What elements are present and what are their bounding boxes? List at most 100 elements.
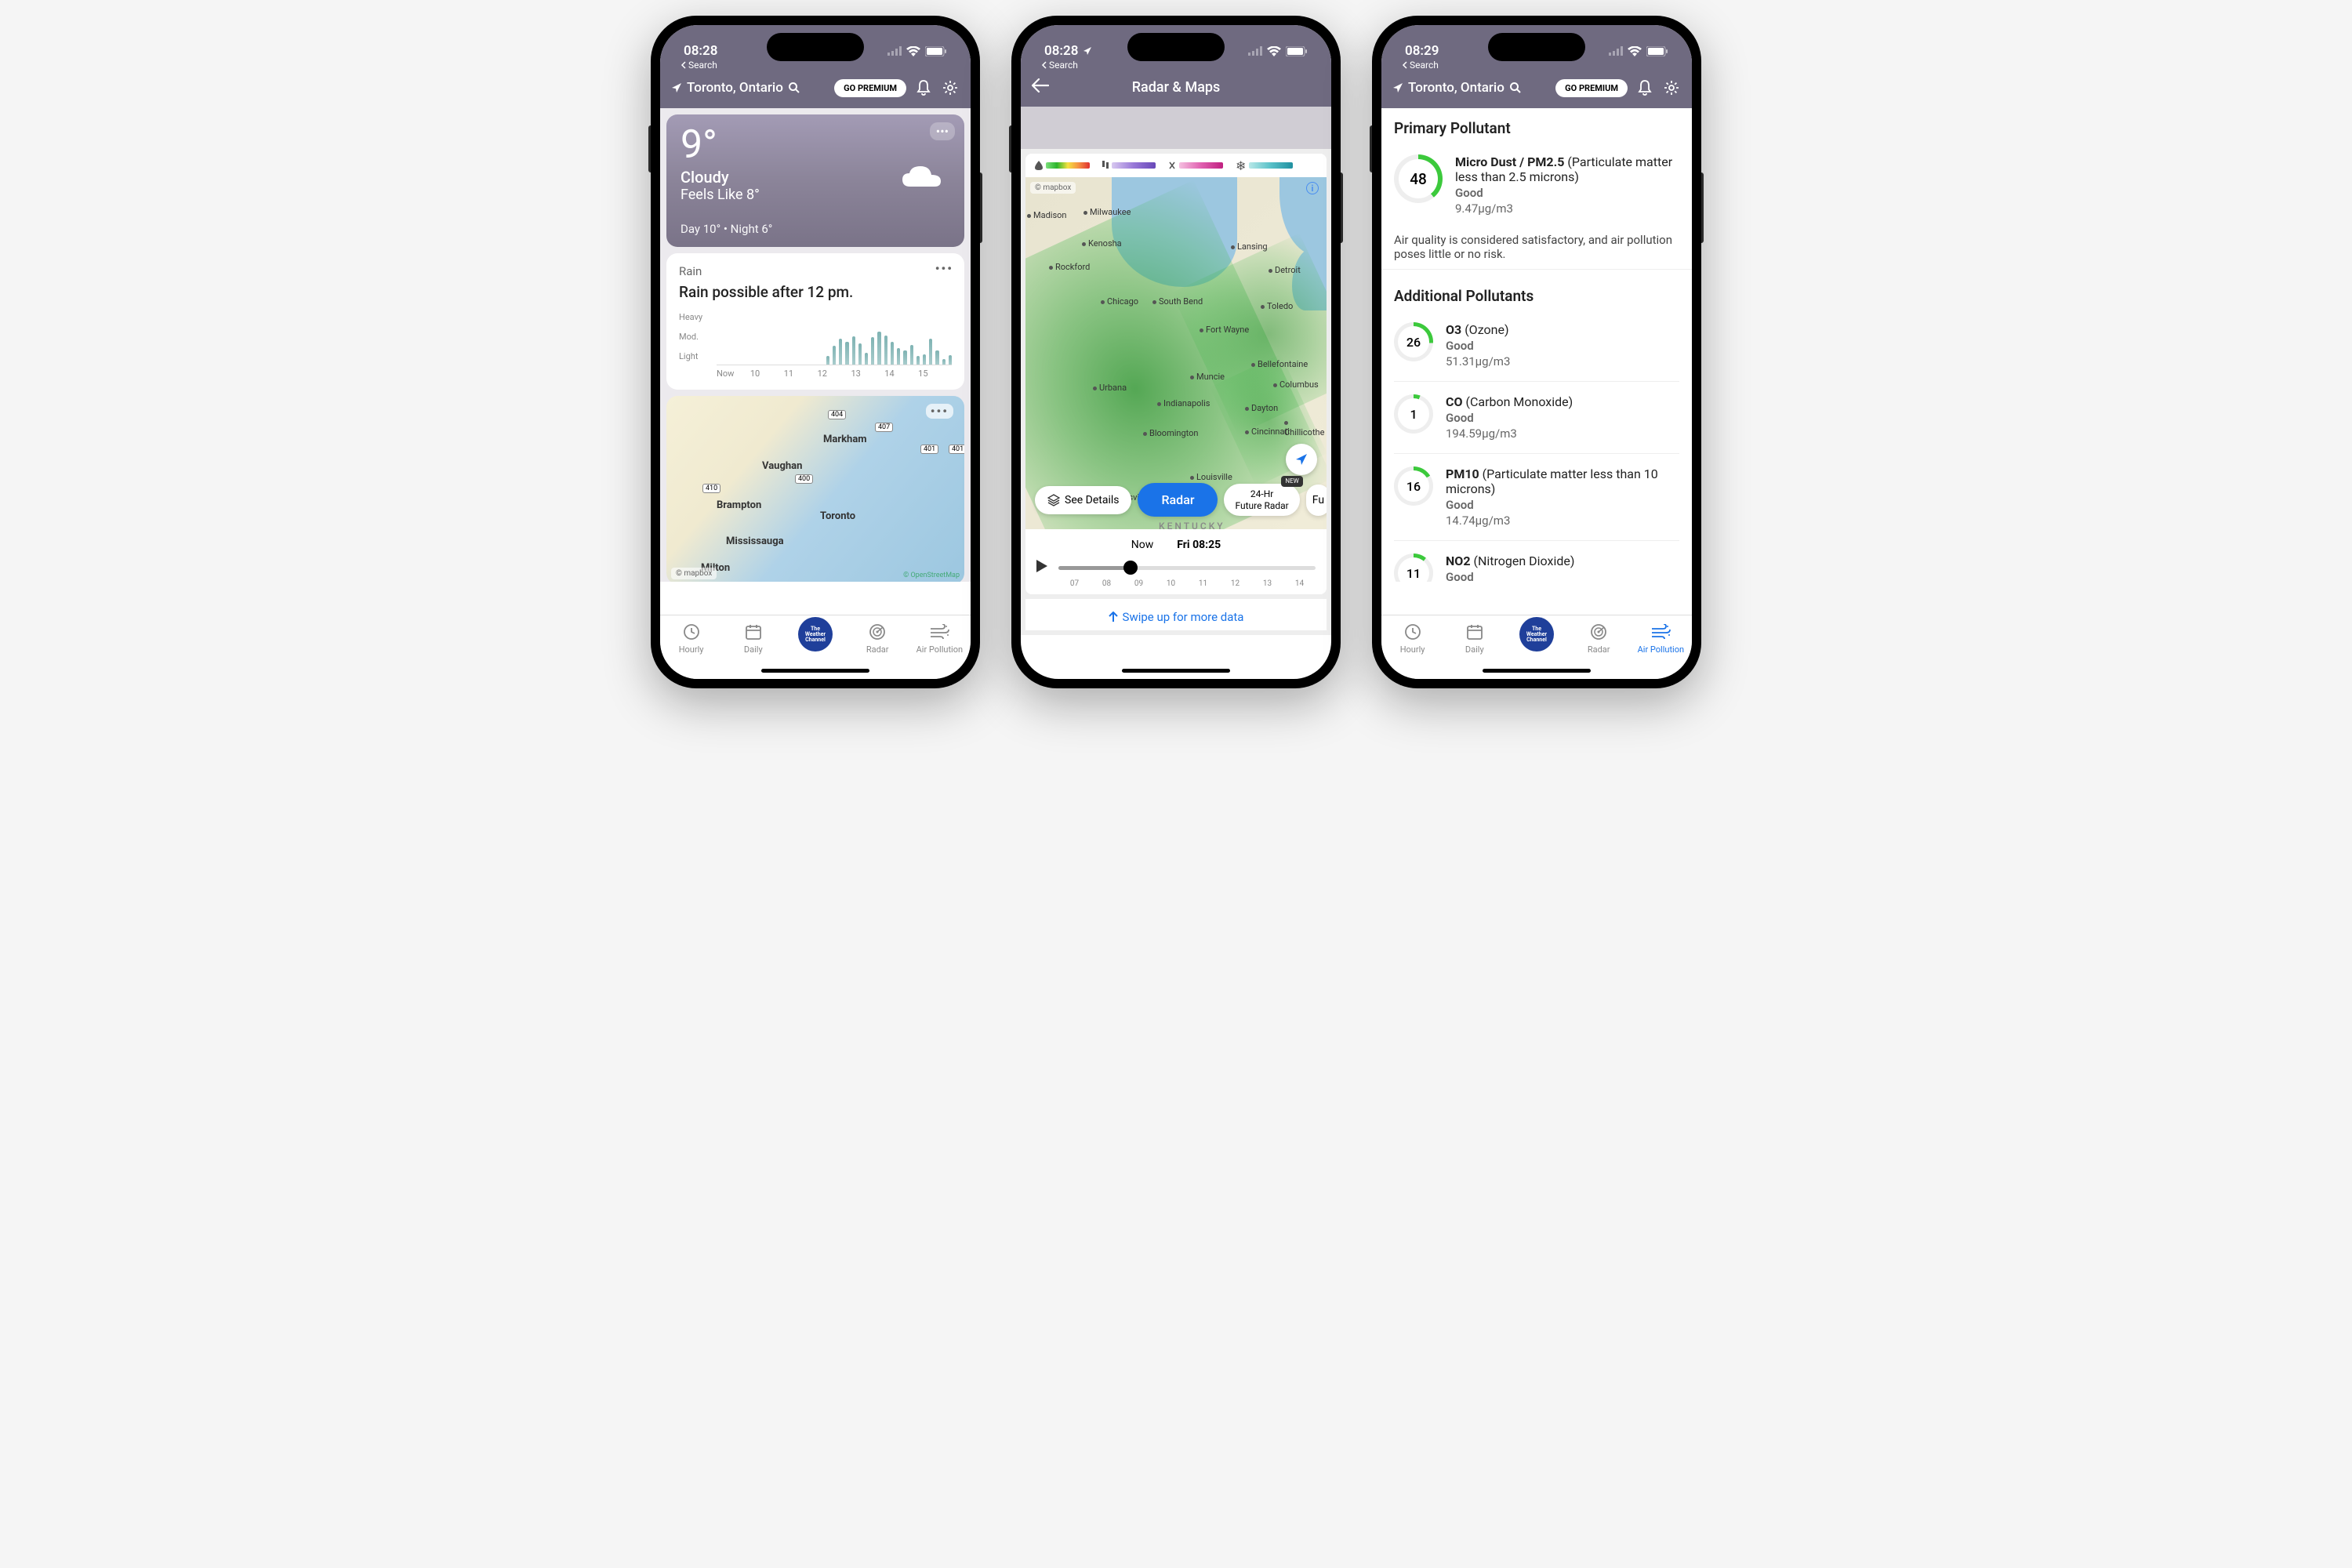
pollutant-name: PM10 (Particulate matter less than 10 mi…	[1446, 466, 1679, 496]
slider-thumb[interactable]	[1123, 561, 1138, 575]
pollutant-concentration: 194.59μg/m3	[1446, 426, 1679, 441]
back-button[interactable]	[1032, 78, 1055, 96]
status-time: 08:29	[1405, 43, 1439, 59]
tab-radar[interactable]: Radar	[1571, 622, 1626, 655]
card-more-button[interactable]: •••	[930, 122, 955, 140]
tab-radar[interactable]: Radar	[850, 622, 905, 655]
cloud-icon	[898, 162, 946, 196]
pollutant-concentration: 9.47μg/m3	[1455, 201, 1679, 216]
radar-map[interactable]: © mapbox i Milwaukee Madison Kenosha Roc…	[1025, 177, 1327, 529]
day-night-temps: Day 10° • Night 6°	[681, 222, 950, 236]
current-conditions-card[interactable]: ••• 9° Cloudy Feels Like 8° Day 10° • Ni…	[666, 114, 964, 247]
pollutant-row: 26O3 (Ozone)Good51.31μg/m3	[1381, 313, 1692, 378]
status-time: 08:28	[684, 43, 717, 59]
pollutant-name: NO2 (Nitrogen Dioxide)	[1446, 554, 1679, 568]
tab-hourly[interactable]: Hourly	[1385, 622, 1440, 655]
info-icon[interactable]: i	[1306, 182, 1319, 194]
status-time: 08:28	[1044, 43, 1078, 59]
map-card[interactable]: ••• Markham Vaughan Brampton Toronto Mis…	[666, 396, 964, 582]
home-indicator[interactable]	[761, 669, 869, 673]
additional-pollutants-title: Additional Pollutants	[1381, 279, 1692, 313]
pollutant-row: 1CO (Carbon Monoxide)Good194.59μg/m3	[1381, 385, 1692, 450]
timeline-slider[interactable]	[1036, 556, 1316, 579]
wind-icon	[1650, 622, 1671, 642]
rain-bar	[833, 346, 836, 365]
tab-air-pollution[interactable]: Air Pollution	[912, 622, 967, 655]
rain-bar	[858, 343, 862, 365]
air-quality-content[interactable]: Primary Pollutant 48 Micro Dust / PM2.5 …	[1381, 108, 1692, 582]
pollutant-concentration: 51.31μg/m3	[1446, 354, 1679, 368]
next-pill[interactable]: Fu	[1306, 485, 1327, 516]
wifi-icon	[906, 46, 920, 56]
future-radar-pill[interactable]: NEW 24-Hr Future Radar	[1224, 484, 1299, 516]
rain-bar	[929, 339, 932, 365]
rain-bar	[916, 356, 920, 365]
card-more-button[interactable]: •••	[926, 404, 953, 419]
home-indicator[interactable]	[1483, 669, 1591, 673]
gear-icon	[1663, 79, 1680, 96]
cellular-icon	[1609, 46, 1623, 56]
play-icon	[1036, 560, 1047, 572]
screen: 08:28 Search Toronto, Ontario GO PREMIUM	[660, 25, 971, 679]
dynamic-island	[1488, 33, 1585, 61]
notifications-button[interactable]	[914, 78, 933, 97]
location-selector[interactable]: Toronto, Ontario	[671, 80, 826, 96]
dynamic-island	[767, 33, 864, 61]
back-to-search[interactable]: Search	[1402, 60, 1439, 71]
back-to-search[interactable]: Search	[681, 60, 717, 71]
pollutant-concentration: 14.74μg/m3	[1446, 514, 1679, 528]
aqi-gauge: 48	[1394, 154, 1443, 203]
chevron-left-icon	[1402, 61, 1408, 69]
tab-hourly[interactable]: Hourly	[664, 622, 719, 655]
clock-icon	[681, 622, 702, 642]
mapbox-attrib: © mapbox	[671, 568, 717, 579]
tab-air-pollution[interactable]: Air Pollution	[1633, 622, 1688, 655]
twc-logo-icon: TheWeatherChannel	[798, 617, 833, 652]
gear-icon	[942, 79, 959, 96]
notifications-button[interactable]	[1635, 78, 1654, 97]
rain-bar	[935, 350, 938, 365]
pollutant-name: Micro Dust / PM2.5 (Particulate matter l…	[1455, 154, 1679, 184]
swipe-hint[interactable]: Swipe up for more data	[1025, 599, 1327, 630]
screen: 08:29 Search Toronto, Ontario GO PREMIUM	[1381, 25, 1692, 679]
tab-home[interactable]: TheWeatherChannel	[1509, 622, 1564, 652]
phone-air-pollution: 08:29 Search Toronto, Ontario GO PREMIUM	[1372, 16, 1701, 688]
rain-bar	[884, 336, 887, 365]
chevron-left-icon	[1041, 61, 1047, 69]
rain-bar	[897, 348, 900, 365]
location-arrow-icon	[1392, 82, 1403, 93]
back-to-search[interactable]: Search	[1041, 60, 1078, 71]
aqi-gauge: 11	[1394, 554, 1433, 582]
arrow-left-icon	[1032, 78, 1049, 93]
pollutant-status: Good	[1446, 570, 1679, 582]
radar-pill[interactable]: Radar	[1138, 483, 1218, 517]
go-premium-button[interactable]: GO PREMIUM	[834, 79, 906, 97]
rain-card[interactable]: ••• Rain Rain possible after 12 pm. Heav…	[666, 253, 964, 390]
go-premium-button[interactable]: GO PREMIUM	[1555, 79, 1628, 97]
settings-button[interactable]	[1662, 78, 1681, 97]
tab-home[interactable]: TheWeatherChannel	[788, 622, 843, 652]
search-icon	[1509, 82, 1522, 94]
see-details-button[interactable]: See Details	[1035, 486, 1131, 514]
radar-legend[interactable]: ❄	[1025, 154, 1327, 177]
status-icons	[887, 46, 947, 56]
locate-button[interactable]	[1286, 444, 1317, 475]
pollutant-row: 11NO2 (Nitrogen Dioxide)Good23.61μg/m3	[1381, 544, 1692, 582]
rain-title: Rain	[679, 264, 952, 278]
play-button[interactable]	[1036, 560, 1051, 575]
location-selector[interactable]: Toronto, Ontario	[1392, 80, 1548, 96]
settings-button[interactable]	[941, 78, 960, 97]
home-content[interactable]: ••• 9° Cloudy Feels Like 8° Day 10° • Ni…	[660, 108, 971, 582]
sleet-icon	[1102, 161, 1109, 170]
new-badge: NEW	[1281, 476, 1302, 487]
aq-description: Air quality is considered satisfactory, …	[1381, 225, 1692, 270]
rain-bar	[845, 342, 848, 365]
home-indicator[interactable]	[1122, 669, 1230, 673]
card-more-button[interactable]: •••	[935, 261, 953, 276]
tab-daily[interactable]: Daily	[726, 622, 781, 655]
rain-bar	[903, 350, 906, 365]
legend-snow: ❄	[1236, 158, 1293, 173]
search-icon	[788, 82, 800, 94]
tab-daily[interactable]: Daily	[1447, 622, 1502, 655]
wifi-icon	[1628, 46, 1642, 56]
